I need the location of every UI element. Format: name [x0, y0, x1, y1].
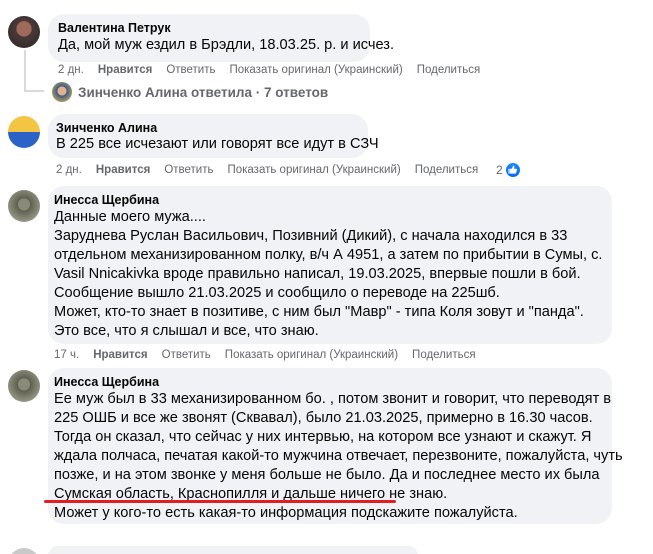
show-original-button[interactable]: Показать оригинал (Украинский) — [225, 349, 398, 361]
comment-actions: 2 дн. Нравится Ответить Показать оригина… — [56, 164, 478, 176]
reply-button[interactable]: Ответить — [162, 349, 211, 361]
avatar[interactable] — [8, 548, 40, 554]
avatar[interactable] — [8, 116, 40, 148]
avatar[interactable] — [8, 190, 40, 222]
comment-text-line: отдельном механизированном полку, в/ч А … — [54, 247, 603, 263]
comment-text-line: Может, кто-то знает в позитиве, с ним бы… — [54, 304, 584, 320]
like-button[interactable]: Нравится — [96, 164, 150, 176]
like-button[interactable]: Нравится — [98, 64, 152, 76]
like-icon — [505, 162, 521, 178]
show-original-button[interactable]: Показать оригинал (Украинский) — [229, 64, 402, 76]
comment-text-line: Ее муж был в 33 механизированном бо. , п… — [54, 391, 612, 407]
comment-text: Да, мой муж ездил в Брэдли, 18.03.25. р.… — [58, 37, 395, 53]
avatar[interactable] — [52, 82, 72, 102]
comment-actions: 17 ч. Нравится Ответить Показать оригина… — [54, 349, 476, 361]
avatar[interactable] — [8, 16, 40, 48]
comment-text-line: ждала полчаса, печатая какой-то мужчина … — [54, 448, 623, 464]
comment-time[interactable]: 2 дн. — [56, 164, 82, 176]
share-button[interactable]: Поделиться — [412, 349, 476, 361]
comment-text-line: Данные моего мужа.... — [54, 209, 206, 225]
thread-line-curve — [24, 90, 44, 92]
comment-text: В 225 все исчезают или говорят все идут … — [56, 136, 379, 152]
comment-author[interactable]: Инесса Щербина — [54, 193, 159, 207]
comment-time[interactable]: 2 дн. — [58, 64, 84, 76]
thread-line — [24, 50, 26, 92]
comment-actions: 2 дн. Нравится Ответить Показать оригина… — [58, 64, 480, 76]
show-original-button[interactable]: Показать оригинал (Украинский) — [227, 164, 400, 176]
comment-text-line: Заруднева Руслан Васильович, Позивний (Д… — [54, 228, 568, 244]
reaction-count[interactable]: 2 — [496, 163, 503, 177]
comment-text-line: Может у кого-то есть какая-то информация… — [54, 505, 518, 521]
share-button[interactable]: Поделиться — [417, 64, 481, 76]
comment-text-line: Vasil Nnicakivka вроде правильно написал… — [54, 266, 581, 282]
red-underline-annotation — [44, 500, 396, 503]
like-button[interactable]: Нравится — [93, 349, 147, 361]
comment-text-line: Сообщение вышло 21.03.2025 и сообщило о … — [54, 285, 500, 301]
comment-text-line: 225 ОШБ и все же звонят (Сквавал), было … — [54, 410, 593, 426]
comment-author[interactable]: Зинченко Алина — [56, 121, 157, 135]
avatar[interactable] — [8, 370, 40, 402]
comment-text-line: позже, и на этом звонке у меня больше не… — [54, 467, 600, 483]
comment-text-line: Тогда он сказал, что сейчас у них интерв… — [54, 429, 592, 445]
comment-author[interactable]: Валентина Петрук — [58, 21, 171, 35]
comment-author[interactable]: Инесса Щербина — [54, 375, 159, 389]
comment-bubble-partial — [48, 546, 418, 554]
view-replies-link[interactable]: Зинченко Алина ответила · 7 ответов — [78, 85, 328, 100]
share-button[interactable]: Поделиться — [415, 164, 479, 176]
reply-button[interactable]: Ответить — [166, 64, 215, 76]
reply-button[interactable]: Ответить — [164, 164, 213, 176]
comment-time[interactable]: 17 ч. — [54, 349, 79, 361]
comment-text-line: Это все, что я слышал и все, что знаю. — [54, 323, 319, 339]
